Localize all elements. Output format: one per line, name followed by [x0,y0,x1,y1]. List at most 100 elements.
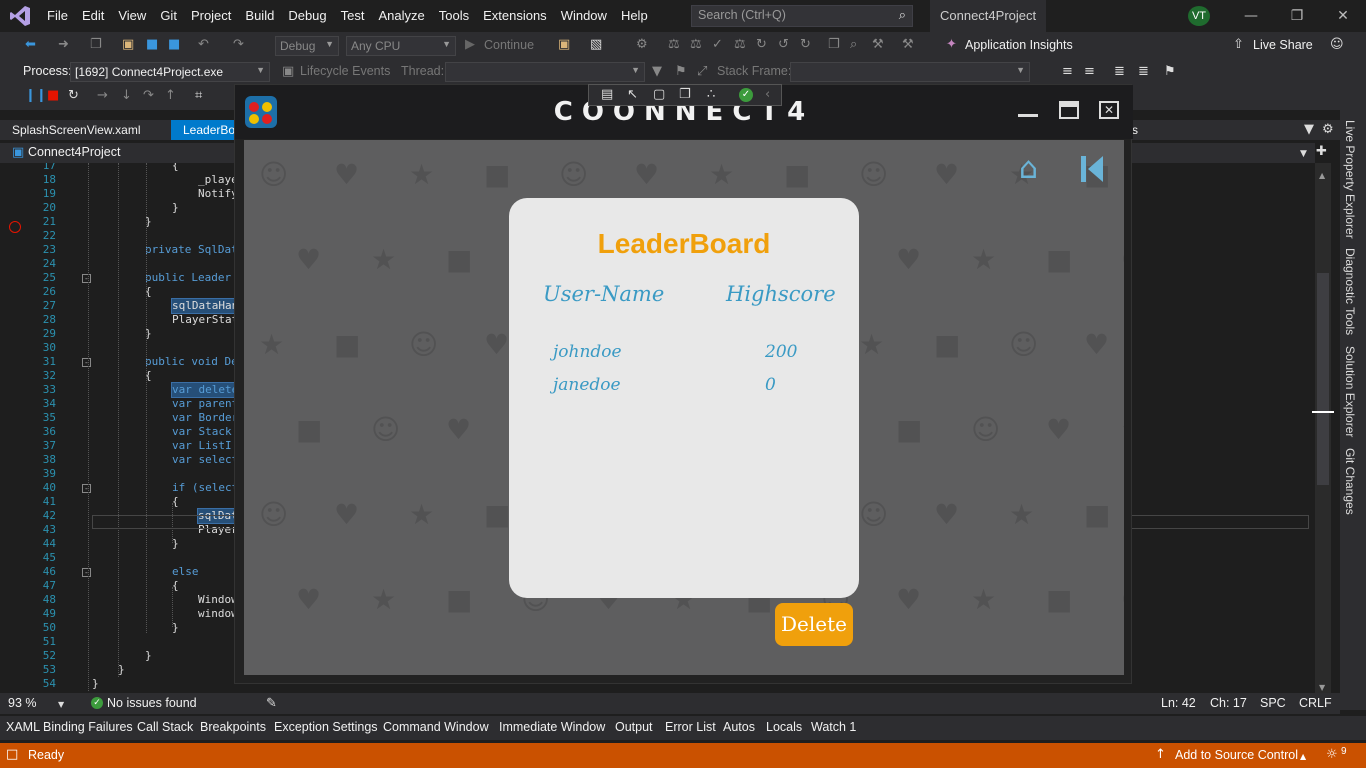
scroll-up-icon[interactable]: ▲ [1319,169,1325,183]
zoom-level[interactable]: 93 % [8,696,37,710]
threads-icon[interactable]: ≡ [1062,65,1073,79]
display-layout-adorners-icon[interactable]: ▢ [653,88,665,102]
menu-edit[interactable]: Edit [75,0,111,32]
back-skip-icon[interactable] [1079,154,1105,195]
list-item[interactable]: johndoe 200 [539,338,839,368]
restore-icon[interactable]: ❐ [1274,0,1320,32]
menu-window[interactable]: Window [554,0,614,32]
diagnostics-icon-1[interactable]: ⚖ [668,38,680,52]
menu-git[interactable]: Git [153,0,184,32]
undo-icon[interactable]: ↶ [198,38,209,52]
forward-arrow-icon[interactable]: ➜ [58,38,69,52]
menu-analyze[interactable]: Analyze [371,0,431,32]
pause-icon[interactable]: ❙❙ [25,89,47,103]
tab-watch-1[interactable]: Watch 1 [811,720,856,734]
indent-icon[interactable]: ≣ [1138,65,1149,79]
diagnostics-icon-3[interactable]: ⚖ [734,38,746,52]
tools-icon[interactable]: ⚒ [902,38,914,52]
go-to-live-tree-icon[interactable]: ▤ [601,88,613,102]
collapse-toolbar-icon[interactable]: ‹ [765,88,770,102]
whitespace-mode[interactable]: SPC [1260,696,1286,710]
binding-failures-icon[interactable]: ∴ [707,88,715,102]
select-element-icon[interactable]: ↖ [627,88,638,102]
collapse-icon[interactable]: - [82,358,91,367]
notifications-bell-icon[interactable]: ☼ [1326,748,1338,762]
format-icon[interactable]: ≣ [1114,65,1125,79]
member-dropdown-icon[interactable]: ▼ [1300,147,1307,161]
redo-icon[interactable]: ↷ [233,38,244,52]
refresh-icon[interactable]: ↻ [756,38,767,52]
tab-exception-settings[interactable]: Exception Settings [274,720,378,734]
menu-project[interactable]: Project [184,0,238,32]
tab-leaderboard[interactable]: LeaderBo [171,120,235,140]
process-select[interactable]: [1692] Connect4Project.exe ▼ [70,62,270,82]
scrollbar-thumb[interactable] [1317,273,1329,485]
menu-view[interactable]: View [111,0,153,32]
stack-frame-select[interactable]: ▼ [790,62,1030,82]
new-project-icon[interactable]: ❐ [90,38,102,52]
hex-icon[interactable]: ⌗ [195,89,202,103]
tab-solution-explorer[interactable]: Solution Explorer [1343,346,1357,437]
close-icon[interactable]: ✕ [1320,0,1366,32]
project-name[interactable]: Connect4Project [28,145,120,159]
menu-build[interactable]: Build [238,0,281,32]
step-over-icon[interactable]: ↷ [143,89,154,103]
tab-output[interactable]: Output [615,720,653,734]
flag-icon[interactable]: ⚑ [675,65,687,79]
tab-dropdown-icon[interactable]: ▼ [1304,123,1314,137]
share-icon[interactable]: ⇧ [1233,38,1244,52]
save-icon[interactable]: ■ [146,38,158,52]
menu-test[interactable]: Test [334,0,372,32]
tab-immediate-window[interactable]: Immediate Window [499,720,605,734]
tab-git-changes[interactable]: Git Changes [1343,448,1357,515]
menu-tools[interactable]: Tools [432,0,476,32]
step-into-icon[interactable]: ↓ [121,89,132,103]
back-arrow-icon[interactable]: ⬅ [25,38,36,52]
issues-status[interactable]: No issues found [107,696,197,710]
collapse-icon[interactable]: - [82,274,91,283]
copy-icon[interactable]: ❐ [828,38,840,52]
app-minimize-icon[interactable] [1018,97,1038,117]
split-editor-icon[interactable]: ✚ [1316,145,1327,159]
show-next-statement-icon[interactable]: → [97,89,108,103]
live-visual-tree-icon[interactable]: ▧ [590,38,602,52]
visual-studio-logo-icon[interactable] [0,0,40,32]
diagnostics-icon-2[interactable]: ⚖ [690,38,702,52]
tab-splashscreenview[interactable]: SplashScreenView.xaml [0,120,153,140]
delete-button[interactable]: Delete [775,603,853,646]
add-to-source-control-button[interactable]: Add to Source Control [1175,748,1298,762]
feedback-icon[interactable]: ☺ [1330,38,1344,52]
history-icon[interactable]: ↺ [778,38,789,52]
platform-select[interactable]: Any CPU ▼ [346,36,456,56]
search-input[interactable]: Search (Ctrl+Q) ⌕ [691,5,913,27]
continue-button[interactable]: Continue [484,38,534,52]
play-icon[interactable]: ▶ [465,38,475,52]
collapse-icon[interactable]: - [82,484,91,493]
live-share-button[interactable]: Live Share [1253,38,1313,52]
home-icon[interactable]: ⌂ [1019,154,1038,184]
menu-file[interactable]: File [40,0,75,32]
configuration-select[interactable]: Debug ▼ [275,36,339,56]
tab-diagnostic-tools[interactable]: Diagnostic Tools [1343,248,1357,335]
list-item[interactable]: janedoe 0 [539,371,839,401]
restart-debug-icon[interactable]: ↻ [68,89,79,103]
attach-icon[interactable]: ▣ [558,38,570,52]
expand-icon[interactable]: ⤢ [697,65,707,79]
tab-command-window[interactable]: Command Window [383,720,489,734]
bookmark-icon[interactable]: ⚑ [1164,65,1176,79]
hot-reload-status-icon[interactable]: ✓ [739,88,753,102]
tab-breakpoints[interactable]: Breakpoints [200,720,266,734]
tab-locals[interactable]: Locals [766,720,802,734]
tab-call-stack[interactable]: Call Stack [137,720,193,734]
app-maximize-icon[interactable] [1059,101,1079,119]
thread-select[interactable]: ▼ [445,62,645,82]
brush-icon[interactable]: ✎ [266,697,277,711]
track-focus-icon[interactable]: ❐ [679,88,691,102]
open-folder-icon[interactable]: ▣ [122,38,134,52]
find-icon[interactable]: ⌕ [850,38,857,52]
line-ending[interactable]: CRLF [1299,696,1332,710]
vertical-scrollbar[interactable]: ▲ ▼ [1312,163,1334,693]
check-icon[interactable]: ✓ [712,38,723,52]
avatar[interactable]: VT [1188,6,1210,26]
save-all-icon[interactable]: ■ [168,38,180,52]
